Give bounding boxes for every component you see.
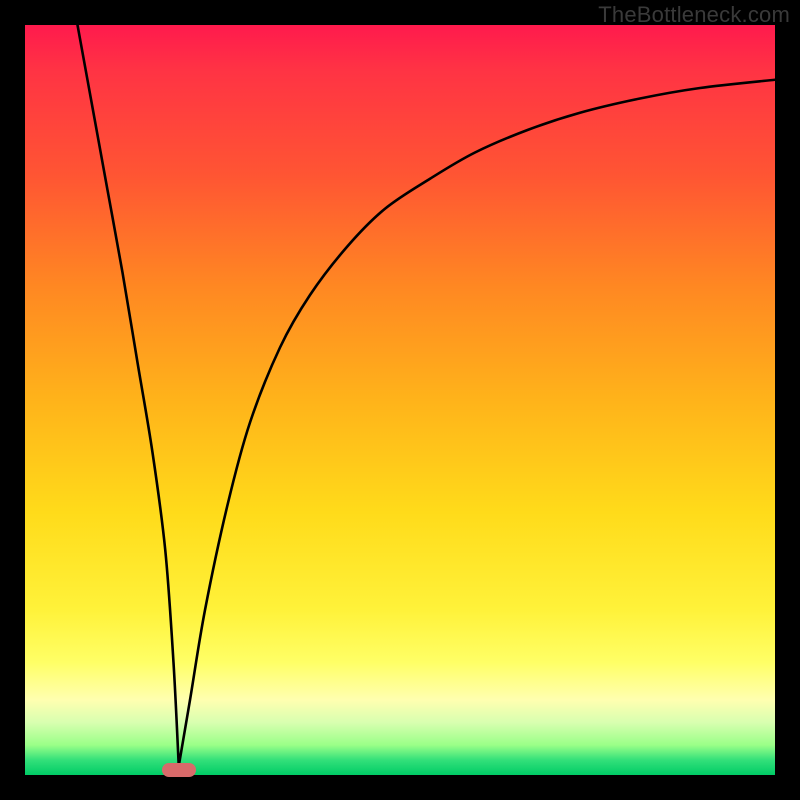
watermark-text: TheBottleneck.com: [598, 2, 790, 28]
bottleneck-curve: [78, 25, 776, 766]
chart-frame: TheBottleneck.com: [0, 0, 800, 800]
plot-area: [25, 25, 775, 775]
curve-layer: [25, 25, 775, 775]
optimal-marker: [162, 763, 196, 777]
